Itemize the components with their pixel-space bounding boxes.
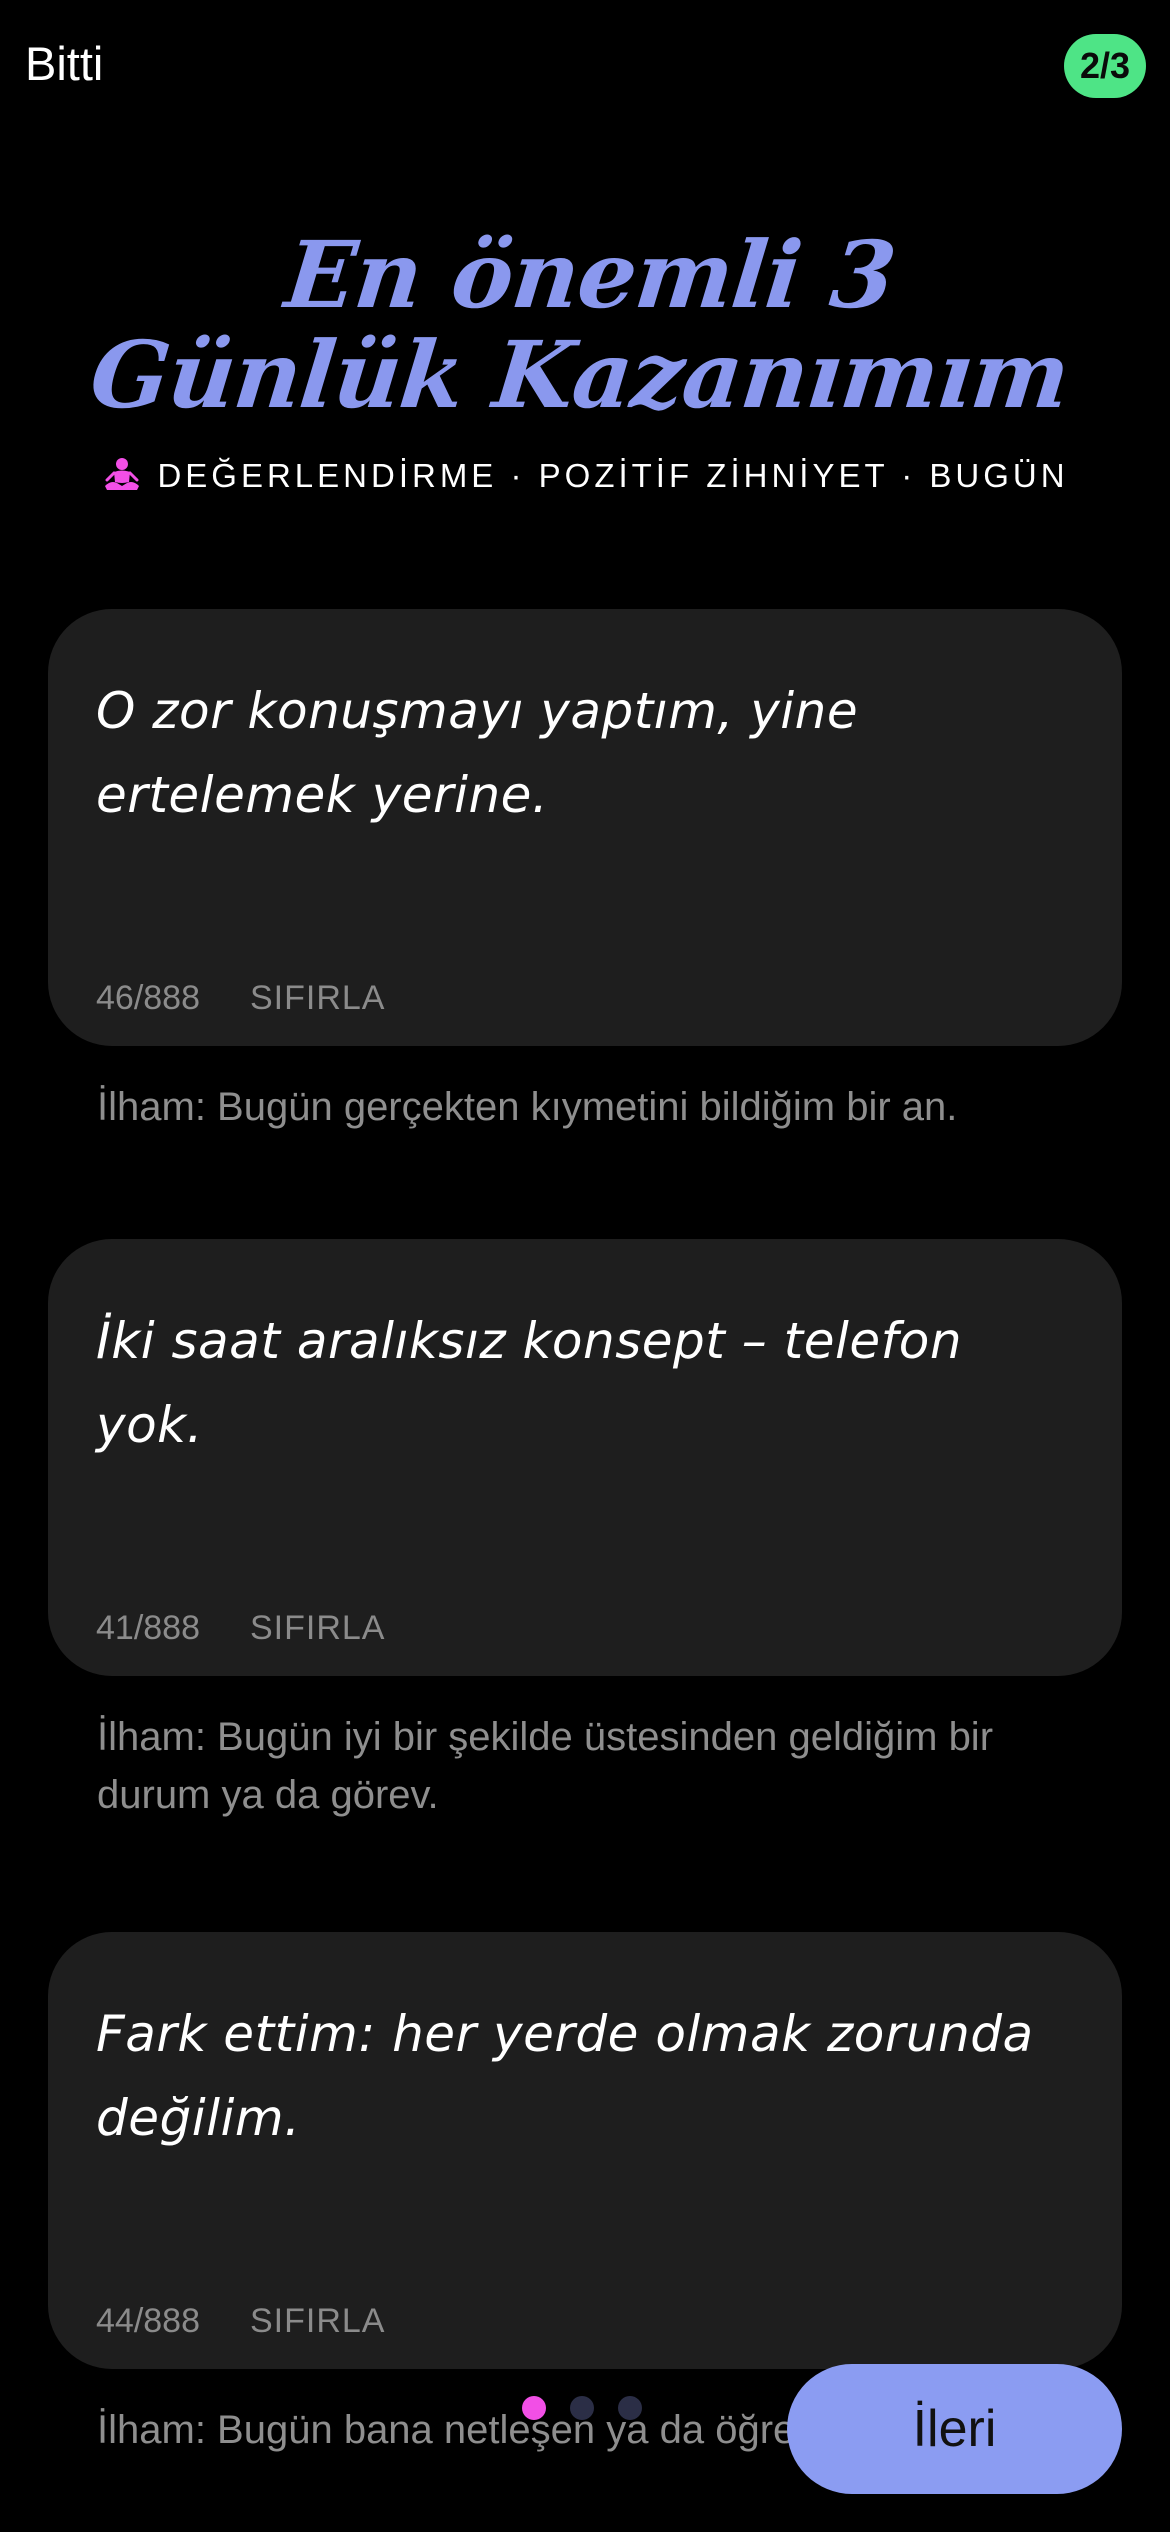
reset-button[interactable]: SIFIRLA: [250, 979, 385, 1018]
step-badge: 2/3: [1064, 34, 1146, 98]
inspiration-hint-2: İlham: Bugün iyi bir şekilde üstesinden …: [97, 1715, 994, 1817]
page-title-line-1: En önemli 3: [280, 221, 900, 329]
page-dot[interactable]: [618, 2396, 642, 2420]
inspiration-hint-1: İlham: Bugün gerçekten kıymetini bildiği…: [97, 1085, 958, 1129]
reset-button[interactable]: SIFIRLA: [250, 2302, 385, 2341]
entry-footer: 46/888 SIFIRLA: [96, 979, 385, 1018]
entry-card[interactable]: Fark ettim: her yerde olmak zorunda deği…: [48, 1932, 1122, 2369]
page-dot-active[interactable]: [522, 2396, 546, 2420]
entry-card[interactable]: İki saat aralıksız konsept – telefon yok…: [48, 1239, 1122, 1676]
page-title-line-2: Günlük Kazanımım: [85, 321, 1074, 429]
entry-footer: 41/888 SIFIRLA: [96, 1609, 385, 1648]
entry-text-2[interactable]: İki saat aralıksız konsept – telefon yok…: [96, 1299, 1074, 1467]
page-title: En önemli 3 Günlük Kazanımım: [0, 221, 1170, 429]
next-button[interactable]: İleri: [787, 2364, 1122, 2494]
entry-footer: 44/888 SIFIRLA: [96, 2302, 385, 2341]
done-button[interactable]: Bitti: [25, 36, 103, 91]
entry-card[interactable]: O zor konuşmayı yaptım, yine ertelemek y…: [48, 609, 1122, 1046]
char-count: 44/888: [96, 2302, 200, 2340]
subtitle: DEĞERLENDİRME · POZİTİF ZİHNİYET · BUGÜN: [0, 455, 1170, 497]
meditation-icon: [105, 458, 140, 490]
char-count: 46/888: [96, 979, 200, 1017]
page-indicator: [522, 2396, 642, 2420]
screen: Bitti 2/3 En önemli 3 Günlük Kazanımım D…: [0, 0, 1170, 2532]
char-count: 41/888: [96, 1609, 200, 1647]
subtitle-text: DEĞERLENDİRME · POZİTİF ZİHNİYET · BUGÜN: [157, 457, 1069, 494]
entry-text-1[interactable]: O zor konuşmayı yaptım, yine ertelemek y…: [96, 669, 1074, 837]
page-dot[interactable]: [570, 2396, 594, 2420]
entry-text-3[interactable]: Fark ettim: her yerde olmak zorunda deği…: [96, 1992, 1074, 2160]
reset-button[interactable]: SIFIRLA: [250, 1609, 385, 1648]
